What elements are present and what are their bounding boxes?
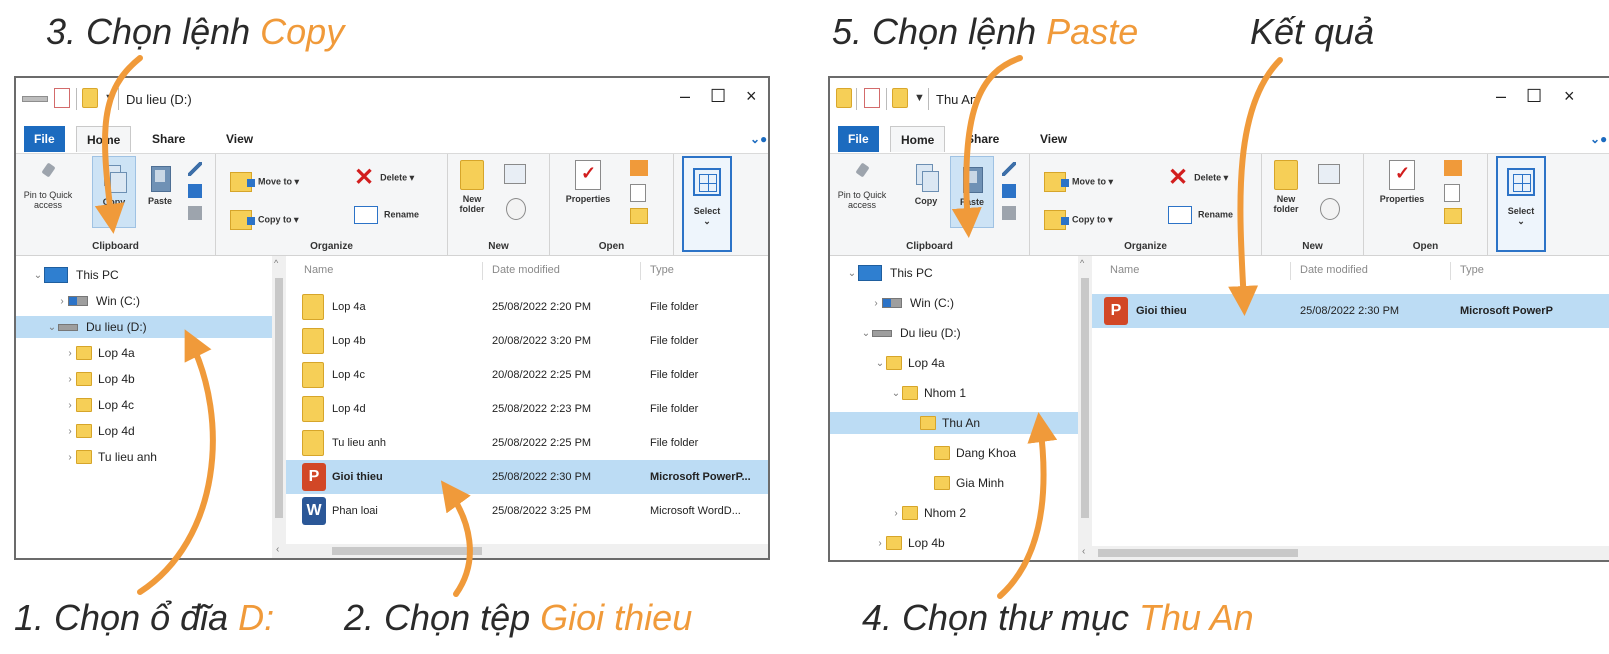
arrow-to-copy — [94, 55, 143, 234]
arrow-to-thu-an — [997, 412, 1058, 599]
arrow-to-gioi-thieu — [440, 480, 473, 597]
arrow-to-paste — [951, 55, 1023, 238]
arrow-to-result — [1228, 57, 1283, 316]
arrow-to-drive-d — [137, 329, 216, 595]
annotation-arrows — [94, 55, 1283, 599]
